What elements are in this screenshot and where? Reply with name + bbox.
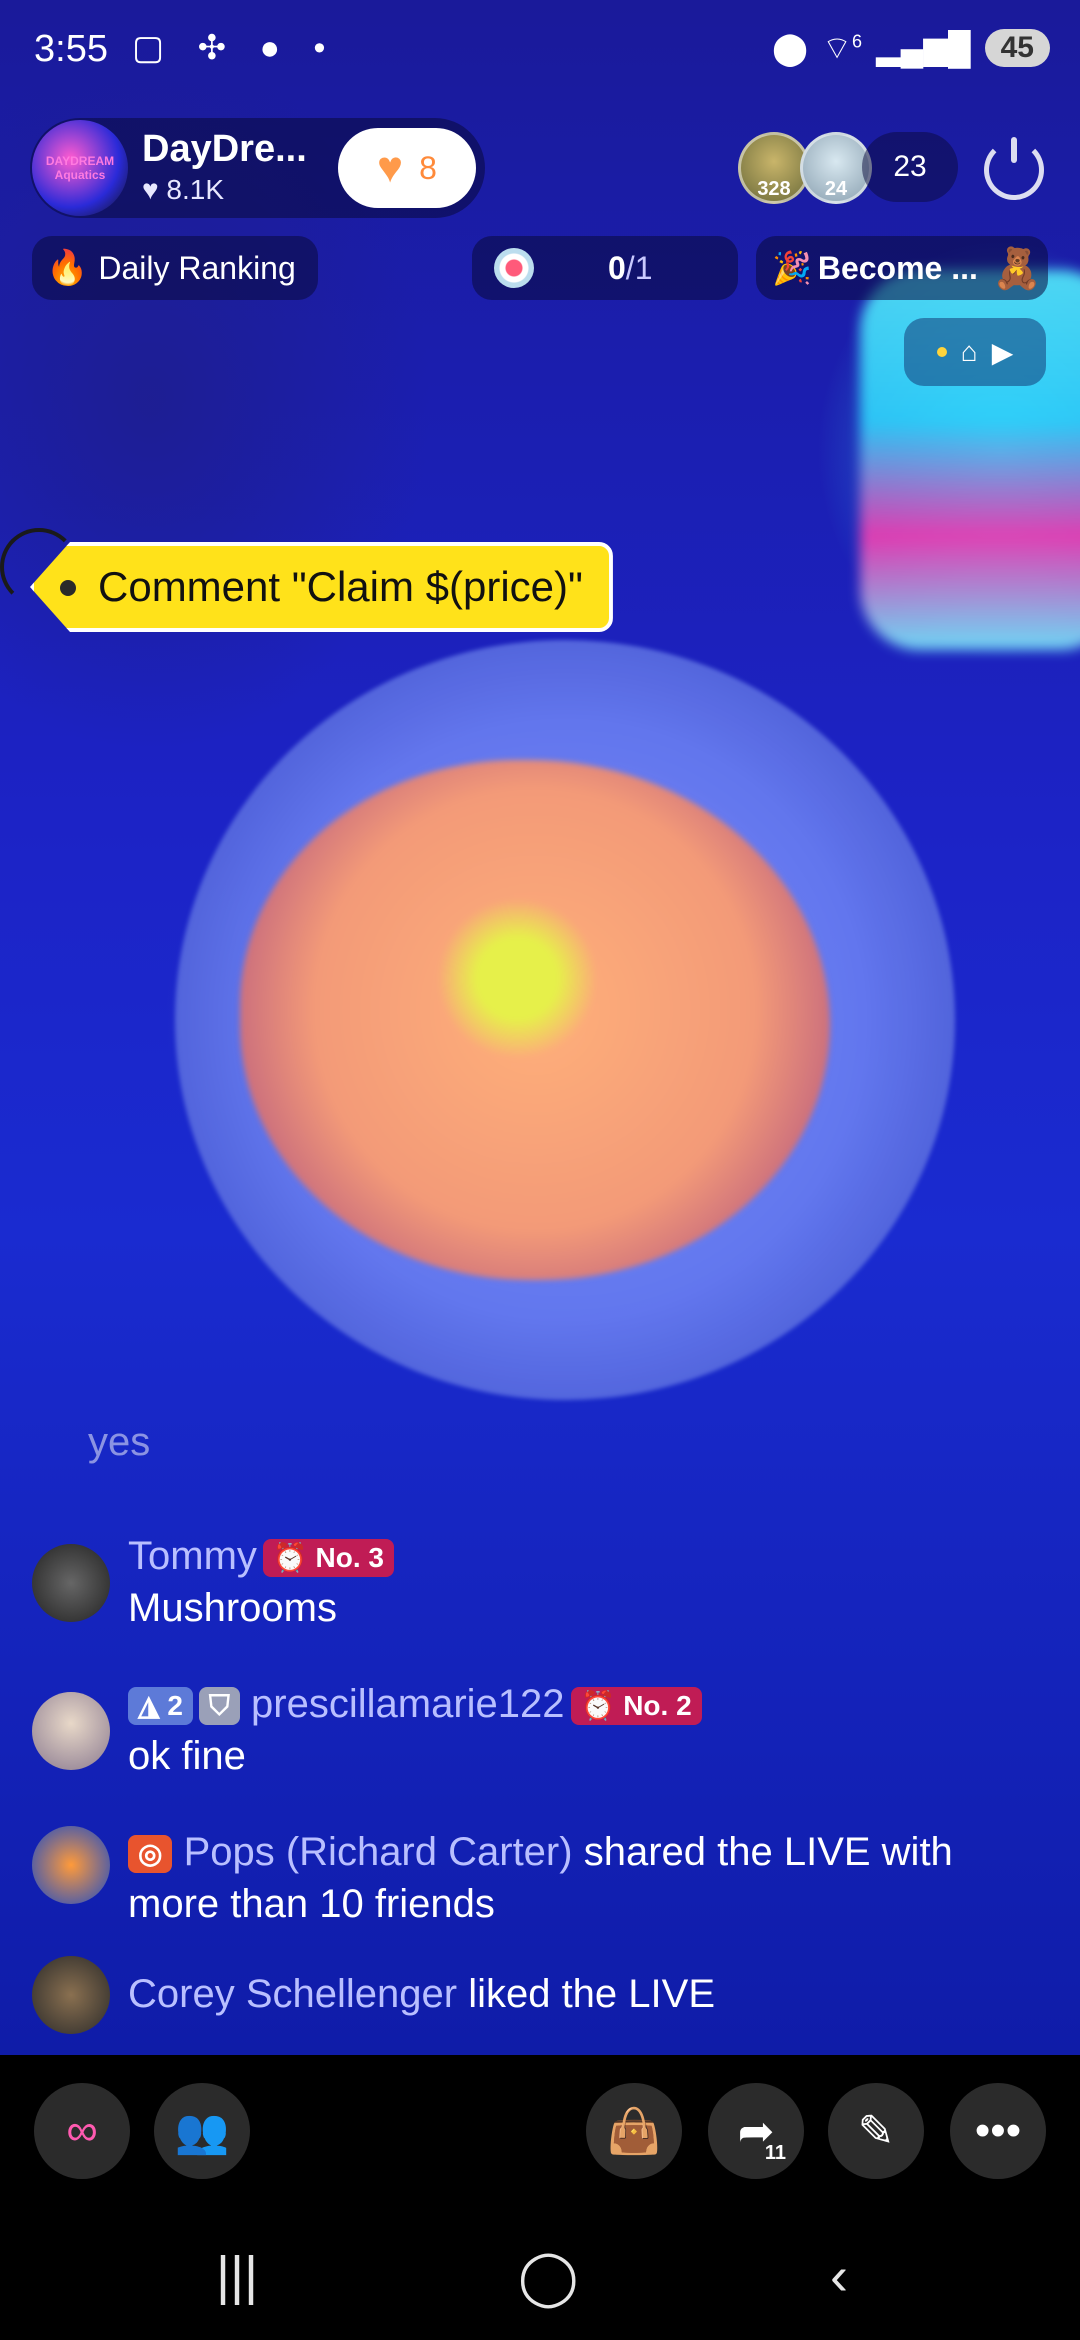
host-likes: ♥ 8.1K	[142, 174, 224, 206]
message-text: ok fine	[128, 1734, 246, 1778]
like-button[interactable]: ♥ 8	[338, 128, 476, 208]
become-member-button[interactable]: 🎉 Become ... 🧸	[756, 236, 1048, 300]
rank-badge-text: No. 2	[623, 1690, 692, 1722]
home-icon[interactable]: ◯	[518, 2245, 578, 2308]
host-avatar[interactable]: DAYDREAM Aquatics	[32, 120, 128, 216]
level-icon: ◮	[138, 1690, 160, 1722]
more-button[interactable]: •••	[950, 2083, 1046, 2179]
goal-progress-button[interactable]: 0/1	[472, 236, 738, 300]
share-count: 11	[764, 2142, 786, 2164]
rank-badge: ⏰ No. 2	[570, 1687, 702, 1726]
goal-current: 0	[608, 250, 626, 286]
shield-icon: ⛉	[208, 1690, 230, 1722]
battery-indicator: 45	[984, 29, 1050, 67]
status-right-icons: ⬤ ⌔6 ▂▄▆█ 45	[772, 28, 1050, 68]
comment-claim-text: Comment "Claim $(price)"	[98, 563, 583, 610]
people-icon: 👥	[174, 2107, 230, 2156]
rank-badge-text: No. 3	[315, 1542, 385, 1574]
wifi-label: 6	[852, 31, 863, 52]
party-popper-icon: 🎉	[772, 250, 812, 286]
indicator-dot	[936, 347, 947, 357]
commenter-avatar[interactable]	[32, 1826, 110, 1904]
system-nav-bar: ||| ◯ ‹	[0, 2205, 1080, 2340]
teddy-bear-icon: 🧸	[992, 246, 1042, 291]
status-bar: 3:55 ▢ ✣ ● • ⬤ ⌔6 ▂▄▆█ 45	[0, 0, 1080, 100]
link-button[interactable]: ∞	[34, 2083, 130, 2179]
magic-wand-icon: ✎	[857, 2106, 895, 2156]
flame-icon: 🔥	[46, 249, 89, 287]
heart-small-icon: ♥	[142, 174, 159, 205]
back-icon[interactable]: ‹	[830, 2245, 848, 2307]
shopping-bag-icon: 👜	[606, 2107, 662, 2156]
commenter-name[interactable]: Tommy	[128, 1534, 257, 1578]
power-icon[interactable]	[984, 137, 1044, 200]
commenter-name[interactable]: Pops (Richard Carter)	[184, 1830, 573, 1874]
commenter-avatar[interactable]	[32, 1544, 110, 1622]
daily-ranking-button[interactable]: 🔥 Daily Ranking	[32, 236, 318, 300]
fan-club-icon: ◎	[138, 1838, 163, 1870]
fan-club-badge: ◎	[128, 1835, 173, 1874]
video-home-icon[interactable]: ⌂	[961, 336, 978, 368]
wifi-icon: ⌔6	[821, 30, 863, 66]
status-time: 3:55	[34, 28, 108, 70]
alarm-icon: ⏰	[272, 1542, 308, 1574]
location-icon: ⬤	[772, 30, 808, 66]
goal-total: /1	[625, 250, 653, 286]
message-text: liked the LIVE	[468, 1972, 716, 2016]
commenter-name[interactable]: prescillamarie122	[251, 1682, 564, 1726]
level-badge: ◮ 2	[128, 1687, 193, 1726]
viewer-count-button[interactable]: 23	[862, 132, 958, 202]
message-text: Mushrooms	[128, 1586, 337, 1630]
host-avatar-logo: DAYDREAM Aquatics	[45, 154, 115, 182]
guests-button[interactable]: 👥	[154, 2083, 250, 2179]
previous-message-fragment: yes	[88, 1420, 151, 1464]
host-profile-pill[interactable]: DAYDREAM Aquatics DayDre... ♥ 8.1K ♥ 8	[30, 118, 485, 218]
host-name: DayDre...	[142, 128, 307, 170]
fan-shield-badge: ⛉	[198, 1687, 240, 1726]
coral-frag	[240, 760, 830, 1280]
commenter-avatar[interactable]	[32, 1692, 110, 1770]
signal-icon: ▂▄▆█	[876, 30, 971, 66]
donut-goal-icon	[494, 248, 534, 288]
heart-icon: ♥	[377, 143, 404, 192]
bottom-action-bar: ∞ 👥 👜 ➦ 11 ✎ •••	[0, 2055, 1080, 2205]
more-dots-icon: •••	[974, 2106, 1022, 2155]
comment-claim-tag: Comment "Claim $(price)"	[30, 542, 613, 632]
level-badge-text: 2	[167, 1690, 183, 1722]
play-icon[interactable]: ▶	[992, 336, 1014, 369]
host-likes-count: 8.1K	[166, 174, 225, 205]
daily-ranking-label: Daily Ranking	[98, 249, 296, 286]
viewer-badge-2: 24	[824, 178, 848, 200]
like-count: 8	[419, 149, 437, 186]
commenter-name[interactable]: Corey Schellenger	[128, 1972, 457, 2016]
become-label: Become ...	[817, 249, 978, 286]
viewer-badge-1: 328	[757, 178, 791, 200]
notification-icons: ▢ ✣ ● •	[132, 29, 338, 67]
effects-button[interactable]: ✎	[828, 2083, 924, 2179]
share-button[interactable]: ➦ 11	[708, 2083, 804, 2179]
rank-badge: ⏰ No. 3	[262, 1539, 395, 1578]
goal-progress: 0/1	[608, 250, 652, 287]
alarm-icon: ⏰	[580, 1690, 616, 1722]
recent-apps-icon[interactable]: |||	[216, 2245, 258, 2307]
link-icon: ∞	[66, 2106, 98, 2155]
mini-player-controls[interactable]: ⌂ ▶	[904, 318, 1046, 386]
shop-button[interactable]: 👜	[586, 2083, 682, 2179]
commenter-avatar[interactable]	[32, 1956, 110, 2034]
